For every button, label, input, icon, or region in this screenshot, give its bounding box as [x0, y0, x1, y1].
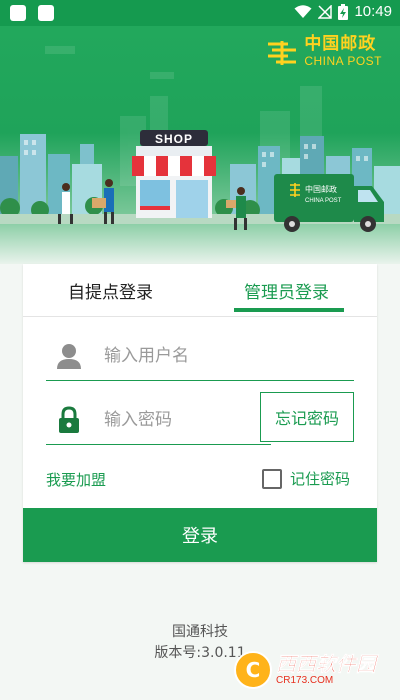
username-field: [46, 330, 354, 381]
notification-icon: [10, 5, 26, 21]
watermark-logo-icon: C: [234, 651, 272, 689]
remember-password-checkbox[interactable]: [262, 468, 282, 489]
login-tabs: 自提点登录 管理员登录: [23, 264, 377, 317]
watermark: C 西西软件园 CR173.COM: [234, 651, 376, 689]
password-field: [46, 394, 271, 445]
watermark-domain: CR173.COM: [276, 675, 334, 686]
remember-password-label: 记住密码: [290, 470, 351, 488]
shop-illustration: SHOP: [132, 130, 216, 218]
login-card: 自提点登录 管理员登录 忘记密码 我要加盟 记住密码 登录: [23, 264, 377, 562]
china-post-logo: 中国邮政 CHINA POST: [265, 36, 382, 67]
signal-icon: [318, 4, 333, 19]
remember-password-toggle[interactable]: 记住密码: [262, 468, 350, 489]
login-button[interactable]: 登录: [23, 508, 377, 562]
company-name: 国通科技: [172, 624, 228, 640]
brand-name-en: CHINA POST: [304, 54, 382, 68]
user-icon: [57, 344, 81, 369]
tab-admin-login[interactable]: 管理员登录: [244, 278, 329, 303]
status-bar: 10:49: [0, 0, 400, 26]
username-input[interactable]: [102, 340, 306, 372]
clock: 10:49: [354, 3, 392, 20]
lock-icon: [59, 406, 79, 433]
brand-name-cn: 中国邮政: [304, 34, 377, 54]
hero-banner: SHOP 中国邮政 CHINA POST 中国邮政 CHINA POST: [0, 26, 400, 264]
tab-pickup-point-login[interactable]: 自提点登录: [68, 278, 153, 303]
wifi-icon: [294, 4, 312, 18]
shop-sign-text: SHOP: [155, 132, 193, 146]
password-input[interactable]: [102, 404, 266, 436]
battery-charging-icon: [338, 3, 349, 20]
watermark-name: 西西软件园: [276, 652, 377, 676]
china-post-emblem-icon: [268, 40, 297, 65]
notification-icon: [38, 5, 54, 21]
join-link[interactable]: 我要加盟: [46, 469, 106, 490]
forgot-password-button[interactable]: 忘记密码: [260, 392, 354, 442]
active-tab-indicator: [234, 308, 344, 312]
truck-logo-icon: [290, 183, 300, 197]
truck-text-en: CHINA POST: [305, 198, 342, 204]
truck-text-cn: 中国邮政: [305, 184, 337, 194]
